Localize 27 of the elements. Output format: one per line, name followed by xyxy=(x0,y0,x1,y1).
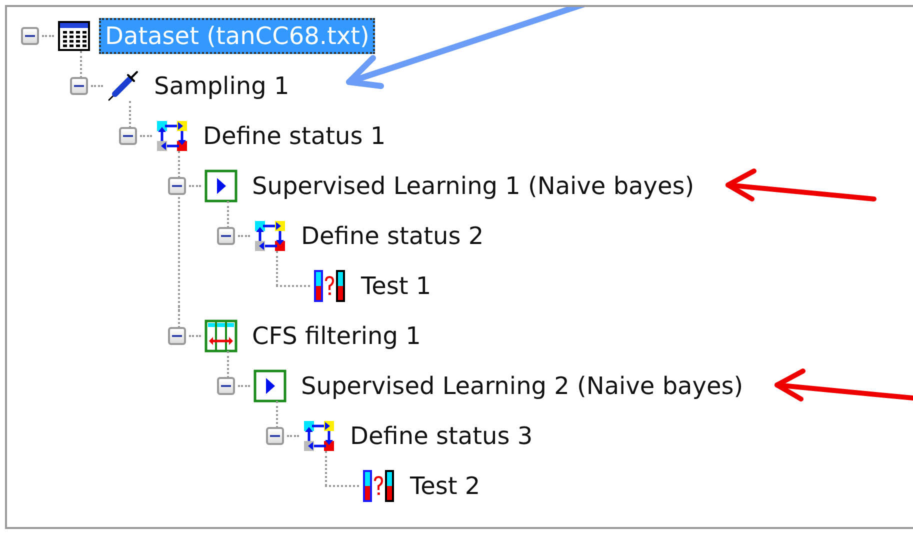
collapse-button[interactable] xyxy=(70,77,88,95)
play-icon xyxy=(253,369,287,403)
tree-item-label[interactable]: Supervised Learning 1 (Naive bayes) xyxy=(246,168,700,204)
collapse-button[interactable] xyxy=(168,327,186,345)
tree-item-label[interactable]: Supervised Learning 2 (Naive bayes) xyxy=(295,368,750,404)
table-icon xyxy=(57,19,91,53)
tree-item-label[interactable]: Define status 3 xyxy=(344,418,539,454)
tree-item-label[interactable]: Sampling 1 xyxy=(148,68,296,104)
status-arrows-icon xyxy=(155,119,189,153)
collapse-button[interactable] xyxy=(266,427,284,445)
play-icon xyxy=(204,169,238,203)
collapse-button[interactable] xyxy=(217,227,235,245)
tree-item-label[interactable]: CFS filtering 1 xyxy=(246,318,427,354)
test-bars-icon xyxy=(313,269,347,303)
status-arrows-icon xyxy=(253,219,287,253)
test-bars-icon xyxy=(362,469,396,503)
tree-item-label[interactable]: Define status 2 xyxy=(295,218,490,254)
filter-grid-icon xyxy=(204,319,238,353)
collapse-button[interactable] xyxy=(217,377,235,395)
tree-item-label[interactable]: Test 2 xyxy=(404,468,486,504)
collapse-button[interactable] xyxy=(119,127,137,145)
collapse-button[interactable] xyxy=(21,27,39,45)
tree-item-label[interactable]: Define status 1 xyxy=(197,118,392,154)
syringe-icon xyxy=(106,69,140,103)
collapse-button[interactable] xyxy=(168,177,186,195)
tree-item-label[interactable]: Test 1 xyxy=(355,268,438,304)
status-arrows-icon xyxy=(302,419,336,453)
